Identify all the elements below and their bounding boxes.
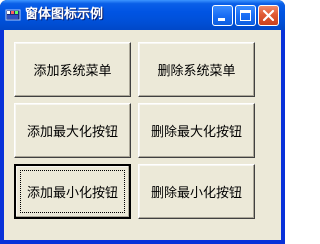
- minimize-button[interactable]: [212, 5, 233, 26]
- window-title: 窗体图标示例: [25, 7, 104, 22]
- window-frame-bottom: [0, 240, 285, 244]
- maximize-button[interactable]: [235, 5, 256, 26]
- close-button[interactable]: [258, 5, 279, 26]
- client-area: 添加系统菜单 删除系统菜单 添加最大化按钮 删除最大化按钮 添加最小化按钮 删除…: [4, 30, 281, 240]
- add-maximize-button[interactable]: 添加最大化按钮: [14, 103, 131, 158]
- minimize-icon: [218, 18, 225, 21]
- remove-maximize-button[interactable]: 删除最大化按钮: [138, 103, 255, 158]
- close-icon: [262, 9, 275, 22]
- maximize-icon: [240, 10, 251, 21]
- window-frame-right: [281, 30, 285, 244]
- title-bar[interactable]: 窗体图标示例: [0, 0, 285, 30]
- remove-system-menu-button[interactable]: 删除系统菜单: [138, 42, 255, 97]
- add-minimize-button[interactable]: 添加最小化按钮: [14, 164, 131, 219]
- app-window: 窗体图标示例 添加系统菜单 删除系统菜单 添加最大化按钮 删除最大化按钮 添加最…: [0, 0, 285, 244]
- form-icon[interactable]: [5, 7, 21, 23]
- remove-minimize-button[interactable]: 删除最小化按钮: [138, 164, 255, 219]
- add-system-menu-button[interactable]: 添加系统菜单: [14, 42, 131, 97]
